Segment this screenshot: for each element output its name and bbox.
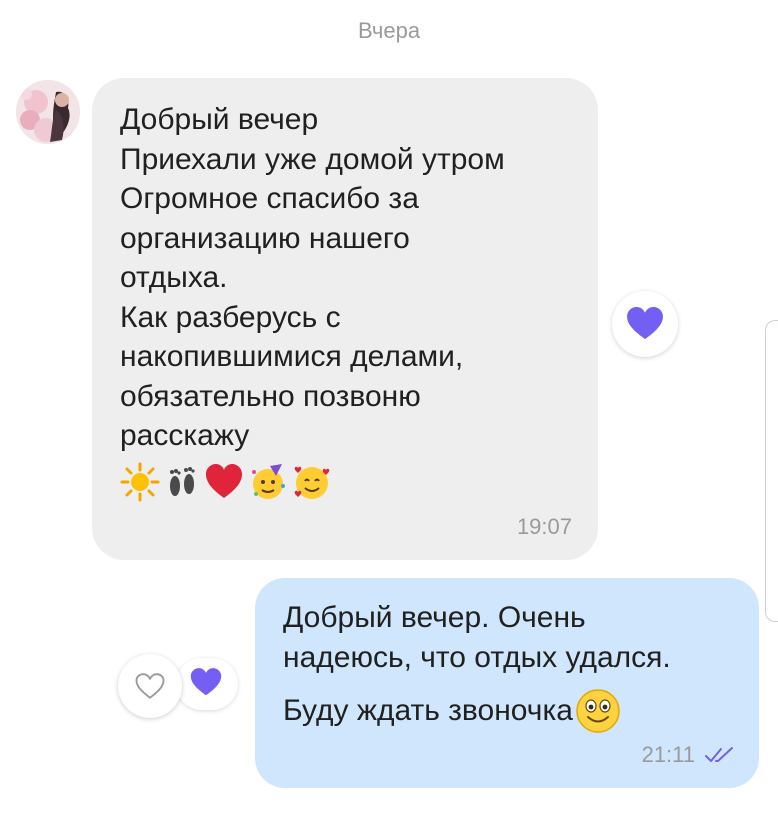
incoming-message-time: 19:07 — [516, 514, 572, 539]
double-check-icon — [705, 747, 733, 762]
heart-outline-icon — [135, 672, 165, 699]
smiling-face-emoji — [576, 689, 620, 733]
footprints-emoji — [170, 466, 195, 496]
outgoing-message-meta: 21:11 — [642, 742, 735, 768]
date-separator: Вчера — [357, 18, 421, 43]
avatar[interactable] — [16, 80, 80, 144]
outgoing-message-last-line: Буду ждать звоночка — [283, 686, 735, 736]
red-heart-emoji — [206, 463, 242, 498]
reaction-purple-heart[interactable] — [612, 291, 678, 357]
chat-screen: Вчера Добрый вечер Приехали уже домой ут… — [0, 0, 778, 824]
outgoing-message-text: Добрый вечер. Очень надеюсь, что отдых у… — [283, 601, 671, 674]
scrollbar-handle[interactable] — [765, 320, 778, 622]
like-controls — [118, 654, 238, 718]
purple-heart-icon — [190, 668, 222, 696]
like-button[interactable] — [118, 654, 182, 718]
emoji-row — [120, 462, 572, 502]
partying-face-emoji — [252, 463, 285, 499]
smiling-face-with-hearts-emoji — [294, 466, 330, 499]
incoming-message-bubble[interactable]: Добрый вечер Приехали уже домой утром Ог… — [92, 78, 598, 560]
purple-heart-icon — [627, 307, 663, 340]
outgoing-message-bubble[interactable]: Добрый вечер. Очень надеюсь, что отдых у… — [255, 578, 759, 788]
incoming-message-text: Добрый вечер Приехали уже домой утром Ог… — [120, 103, 505, 452]
outgoing-message-time: 21:11 — [641, 742, 695, 767]
sun-emoji — [120, 462, 160, 501]
outgoing-message-line: Буду ждать звоночка — [283, 694, 573, 727]
